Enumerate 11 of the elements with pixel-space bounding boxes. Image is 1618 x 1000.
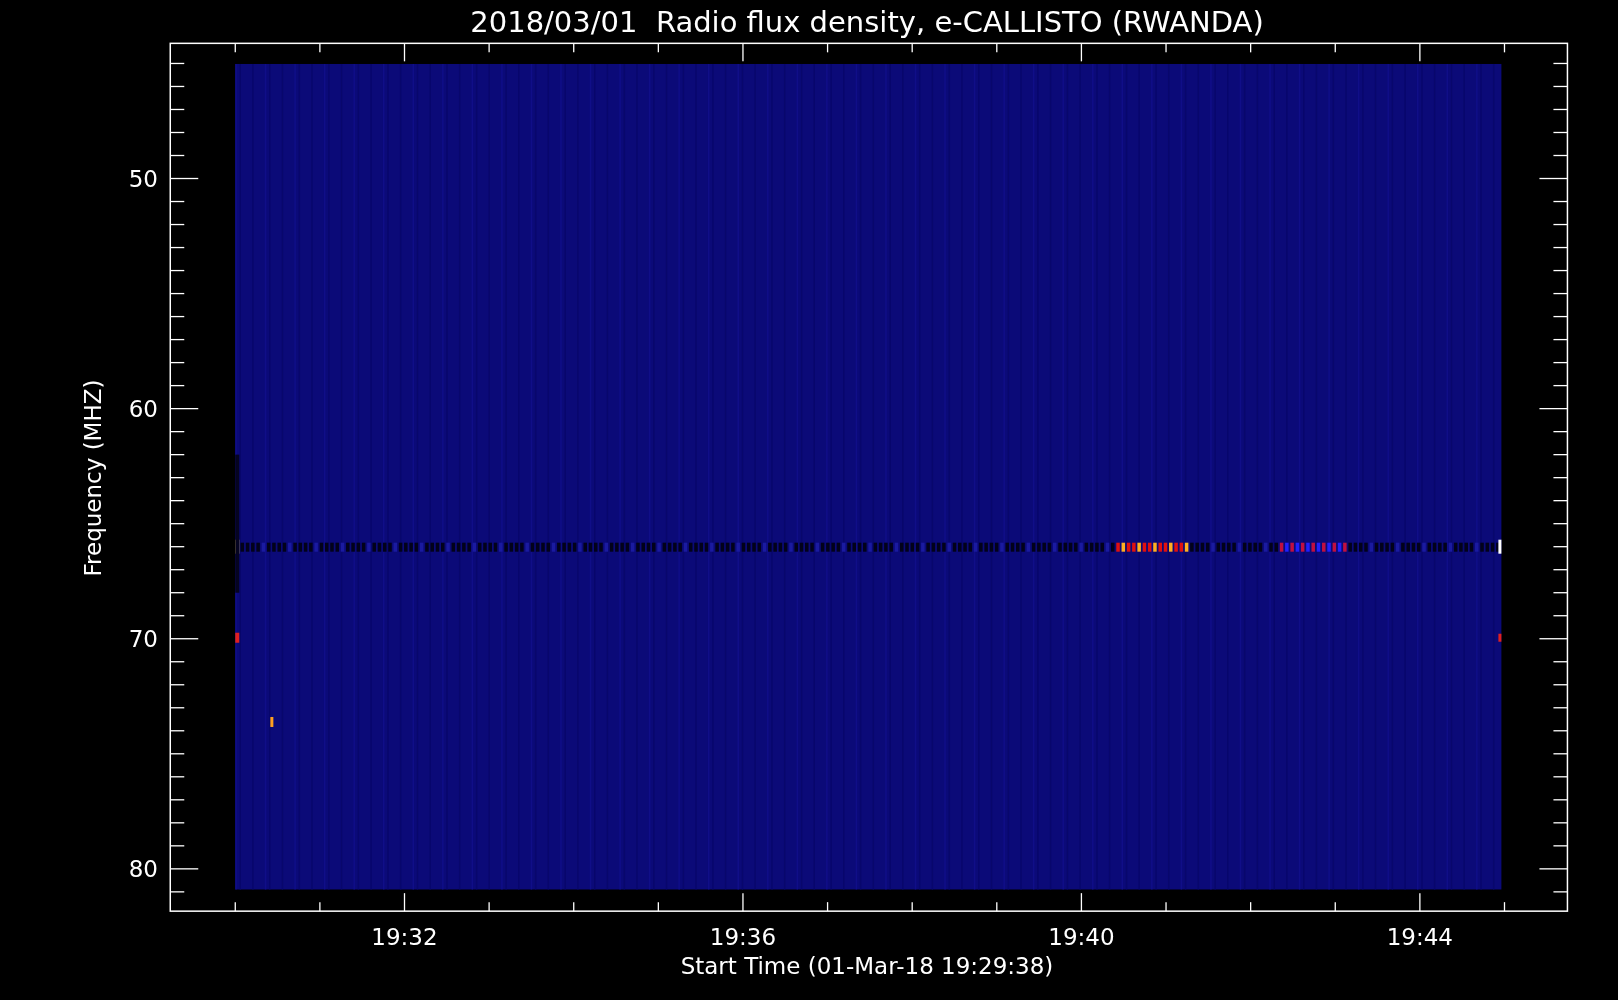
chart-title: 2018/03/01 Radio flux density, e-CALLISTO (RWANDA) (470, 5, 1264, 39)
y-tick-label: 60 (128, 395, 158, 422)
y-axis-label: Frequency (MHZ) (80, 379, 106, 577)
x-tick-label: 19:36 (709, 924, 777, 950)
x-axis-label: Start Time (01-Mar-18 19:29:38) (680, 953, 1054, 979)
x-tick-label: 19:44 (1386, 924, 1454, 950)
x-tick-label: 19:32 (371, 924, 438, 950)
y-tick-label: 80 (128, 855, 158, 882)
x-tick-label: 19:40 (1048, 924, 1115, 950)
y-tick-label: 70 (128, 625, 158, 652)
y-tick-label: 50 (128, 165, 158, 192)
